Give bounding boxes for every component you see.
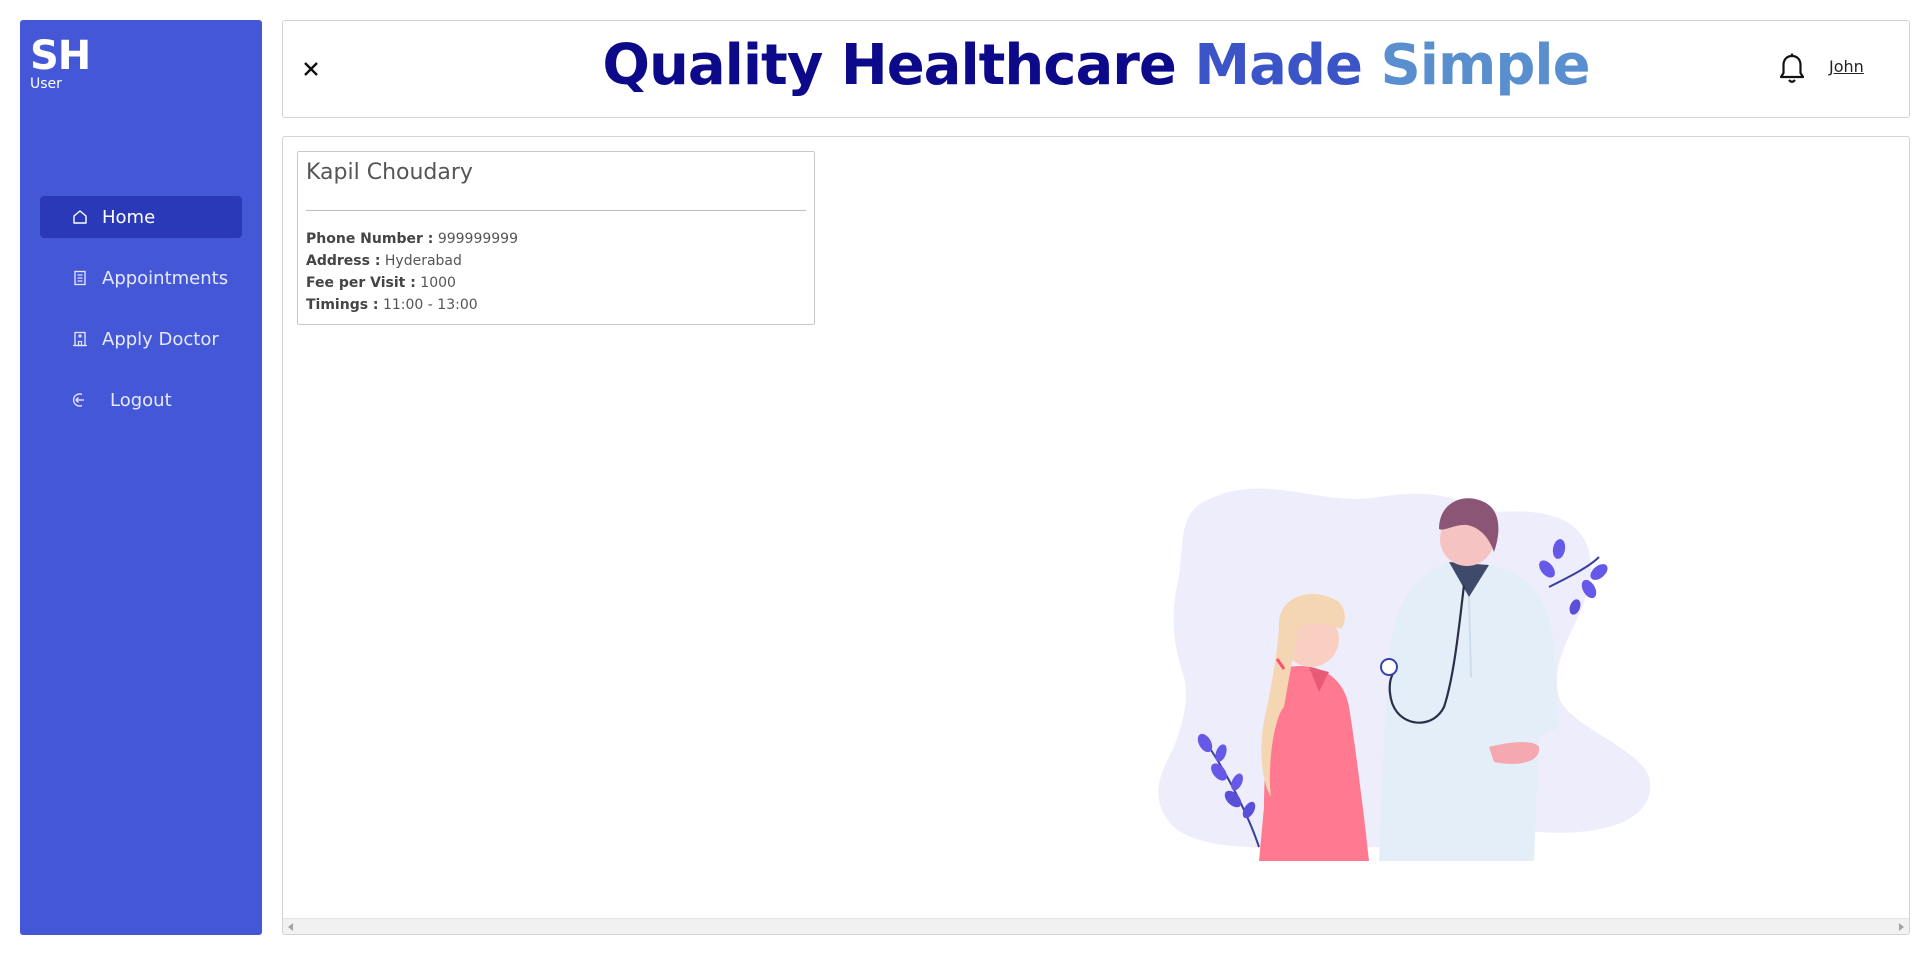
title-part-made: Made — [1194, 33, 1381, 98]
timings-value: 11:00 - 13:00 — [382, 297, 478, 313]
user-profile-link[interactable]: John — [1829, 57, 1864, 76]
doctor-name: Kapil Choudary — [306, 160, 473, 185]
sidebar-item-label: Appointments — [102, 267, 229, 289]
scroll-right-icon[interactable] — [1899, 923, 1904, 931]
logout-icon — [70, 390, 90, 410]
timings-row: Timings : 11:00 - 13:00 — [306, 294, 518, 316]
brand-title: SH — [30, 33, 91, 79]
doctor-card[interactable]: Kapil Choudary Phone Number : 999999999 … — [297, 151, 815, 325]
sidebar-item-appointments[interactable]: Appointments — [40, 257, 242, 299]
phone-value: 999999999 — [437, 231, 518, 247]
doctor-details: Phone Number : 999999999 Address : Hyder… — [306, 228, 518, 316]
title-part-quality-healthcare: Quality Healthcare — [602, 33, 1195, 98]
fee-value: 1000 — [420, 275, 456, 291]
sidebar-menu: Home Appointments Apply Doctor Logout — [40, 196, 242, 440]
page-title: Quality Healthcare Made Simple — [283, 31, 1909, 101]
sidebar-item-apply-doctor[interactable]: Apply Doctor — [40, 318, 242, 360]
brand-logo: SH User — [30, 33, 91, 92]
scroll-left-icon[interactable] — [288, 923, 293, 931]
list-icon — [70, 268, 90, 288]
sidebar-item-label: Apply Doctor — [102, 328, 219, 350]
sidebar-item-home[interactable]: Home — [40, 196, 242, 238]
sidebar-item-label: Home — [102, 206, 156, 228]
phone-label: Phone Number : — [306, 231, 434, 247]
sidebar-item-label: Logout — [110, 389, 172, 411]
address-row: Address : Hyderabad — [306, 250, 518, 272]
doctor-patient-illustration — [1158, 488, 1651, 861]
hospital-icon — [70, 329, 90, 349]
address-label: Address : — [306, 253, 381, 269]
card-divider — [306, 210, 806, 211]
sidebar-item-logout[interactable]: Logout — [40, 379, 242, 421]
phone-row: Phone Number : 999999999 — [306, 228, 518, 250]
top-header: Quality Healthcare Made Simple John — [282, 20, 1910, 118]
title-part-simple: Simple — [1380, 33, 1590, 98]
timings-label: Timings : — [306, 297, 379, 313]
fee-row: Fee per Visit : 1000 — [306, 272, 518, 294]
main-content: Kapil Choudary Phone Number : 999999999 … — [282, 136, 1910, 935]
sidebar: SH User Home Appointments Apply Doctor L… — [20, 20, 262, 935]
bell-icon[interactable] — [1777, 52, 1807, 86]
fee-label: Fee per Visit : — [306, 275, 416, 291]
horizontal-scrollbar[interactable] — [283, 918, 1909, 934]
home-icon — [70, 207, 90, 227]
address-value: Hyderabad — [384, 253, 462, 269]
